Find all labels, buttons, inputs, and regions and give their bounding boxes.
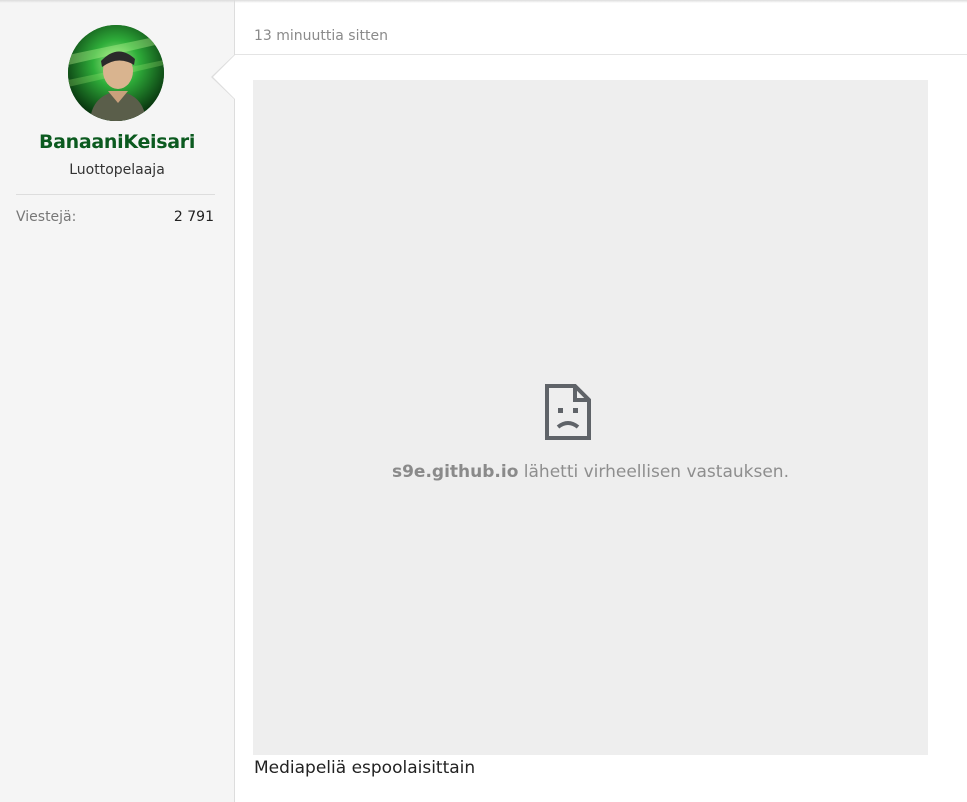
post-timestamp[interactable]: 13 minuuttia sitten — [254, 28, 388, 44]
forum-post: BanaaniKeisari Luottopelaaja Viestejä: 2… — [0, 0, 967, 802]
user-avatar[interactable] — [68, 25, 164, 121]
embed-error-message: s9e.github.io lähetti virheellisen vasta… — [253, 462, 928, 482]
media-embed: s9e.github.io lähetti virheellisen vasta… — [253, 80, 928, 755]
user-panel: BanaaniKeisari Luottopelaaja Viestejä: 2… — [0, 0, 235, 802]
user-title: Luottopelaaja — [69, 162, 165, 178]
stat-value-messages: 2 791 — [173, 209, 214, 225]
broken-page-icon — [545, 384, 591, 444]
avatar-image — [68, 25, 164, 121]
error-host: s9e.github.io — [391, 462, 519, 482]
user-divider — [16, 194, 215, 195]
top-shadow — [0, 0, 967, 3]
stat-label-messages: Viestejä: — [16, 209, 77, 225]
post-header-divider — [235, 54, 967, 55]
post-caption: Mediapeliä espoolaisittain — [254, 758, 476, 778]
error-text: lähetti virheellisen vastauksen. — [518, 462, 789, 482]
username-link[interactable]: BanaaniKeisari — [0, 131, 234, 153]
post-arrow — [213, 55, 235, 99]
